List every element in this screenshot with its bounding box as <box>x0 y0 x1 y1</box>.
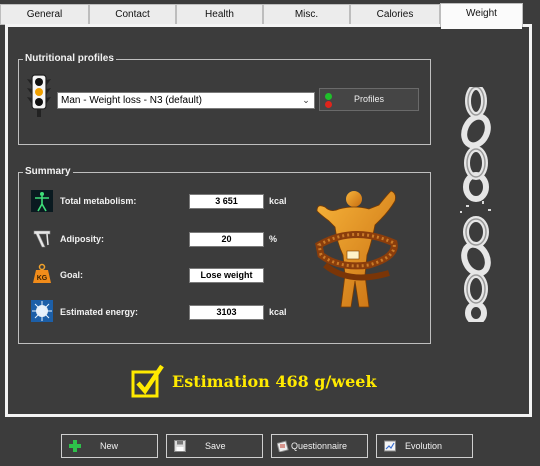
weight-panel: Nutritional profiles Man - Weight loss -… <box>5 24 532 417</box>
new-button[interactable]: New <box>61 434 158 458</box>
save-button[interactable]: Save <box>166 434 263 458</box>
chevron-down-icon: ⌄ <box>302 95 310 105</box>
estimated-energy-unit: kcal <box>269 307 287 317</box>
green-dot-icon <box>325 93 332 100</box>
questionnaire-icon <box>277 440 289 452</box>
total-metabolism-unit: kcal <box>269 196 287 206</box>
nutritional-profiles-group: Nutritional profiles Man - Weight loss -… <box>18 52 431 145</box>
profile-select-value: Man - Weight loss - N3 (default) <box>61 95 202 106</box>
estimated-energy-label: Estimated energy: <box>60 307 139 317</box>
evolution-button[interactable]: Evolution <box>376 434 473 458</box>
profiles-button[interactable]: Profiles <box>319 88 419 111</box>
save-button-label: Save <box>205 441 226 451</box>
tab-calories[interactable]: Calories <box>350 4 440 25</box>
broken-chain-icon <box>460 87 491 322</box>
estimation-text: Estimation 468 g/week <box>172 372 377 391</box>
tab-bar: General Contact Health Misc. Calories We… <box>0 0 540 29</box>
traffic-light-icon <box>27 74 51 117</box>
evolution-button-label: Evolution <box>405 441 443 451</box>
summary-group: Summary Total metabolism: 3 651 kcal Adi… <box>18 165 431 344</box>
body-figure-icon <box>31 190 53 212</box>
tab-misc[interactable]: Misc. <box>263 4 350 25</box>
summary-legend: Summary <box>23 165 73 179</box>
kg-weight-icon: KG <box>33 263 51 283</box>
total-metabolism-label: Total metabolism: <box>60 196 137 206</box>
tab-contact[interactable]: Contact <box>89 4 176 25</box>
evolution-chart-icon <box>384 440 396 452</box>
goal-value: Lose weight <box>189 268 264 283</box>
adiposity-unit: % <box>269 234 278 244</box>
estimated-energy-value: 3103 <box>189 305 264 320</box>
adiposity-label: Adiposity: <box>60 234 104 244</box>
adiposity-value: 20 <box>189 232 264 247</box>
questionnaire-button-label: Questionnaire <box>291 441 348 451</box>
bodybuilder-measuring-tape-icon <box>315 190 398 308</box>
svg-text:KG: KG <box>37 275 48 282</box>
profiles-button-label: Profiles <box>353 94 384 104</box>
tab-weight[interactable]: Weight <box>440 3 523 29</box>
caliper-icon <box>33 230 51 248</box>
nutritional-profiles-legend: Nutritional profiles <box>23 52 116 66</box>
new-button-label: New <box>100 441 119 451</box>
total-metabolism-value: 3 651 <box>189 194 264 209</box>
plus-icon <box>69 440 81 452</box>
tab-general[interactable]: General <box>0 4 89 25</box>
checkbox-checked-icon <box>131 364 164 398</box>
questionnaire-button[interactable]: Questionnaire <box>271 434 368 458</box>
floppy-disk-icon <box>174 440 186 452</box>
energy-burst-icon <box>31 300 53 322</box>
red-dot-icon <box>325 101 332 108</box>
goal-label: Goal: <box>60 270 84 280</box>
tab-health[interactable]: Health <box>176 4 263 25</box>
profile-select[interactable]: Man - Weight loss - N3 (default) ⌄ <box>57 92 315 109</box>
